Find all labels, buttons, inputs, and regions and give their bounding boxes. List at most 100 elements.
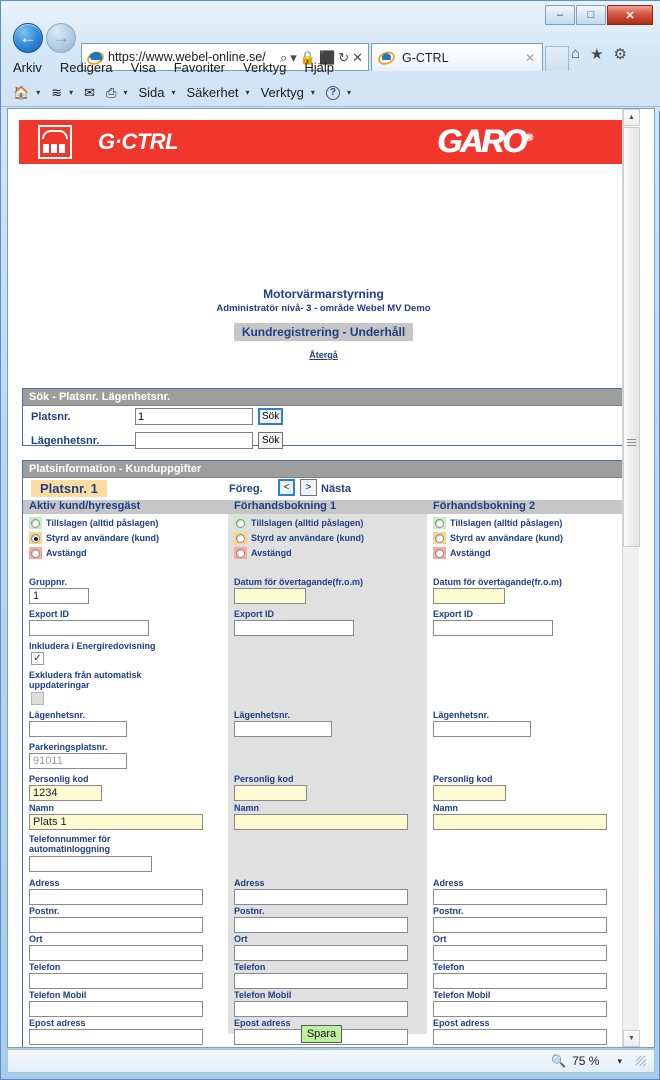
command-home-icon[interactable]: 🏠 (13, 85, 29, 101)
page-vertical-scrollbar[interactable]: ▲ ▼ (622, 109, 640, 1047)
input-export-id-c2[interactable] (234, 620, 354, 636)
input-personlig-kod-c2[interactable] (234, 785, 307, 801)
input-postnr-c2[interactable] (234, 917, 408, 933)
radio-label-tillslagen-c3: Tillslagen (alltid påslagen) (450, 518, 563, 528)
page-caret-icon[interactable]: ▾ (171, 88, 175, 97)
back-button[interactable]: ← (13, 23, 43, 53)
radio-row-tillslagen-c1[interactable]: Tillslagen (alltid påslagen) (23, 516, 228, 531)
help-caret-icon[interactable]: ▾ (347, 88, 351, 97)
input-postnr-c3[interactable] (433, 917, 607, 933)
menu-item-redigera[interactable]: Redigera (60, 60, 113, 75)
input-telefon-c3[interactable] (433, 973, 607, 989)
radio-tone-green-c2 (234, 517, 247, 529)
search-input-lagenhetsnr[interactable] (135, 432, 253, 449)
input-lagenhetsnr-c2[interactable] (234, 721, 332, 737)
command-mail-icon[interactable]: ✉ (84, 85, 95, 101)
input-namn-c3[interactable] (433, 814, 607, 830)
input-export-id-c3[interactable] (433, 620, 553, 636)
print-caret-icon[interactable]: ▾ (123, 88, 127, 97)
radio-row-tillslagen-c2[interactable]: Tillslagen (alltid påslagen) (228, 516, 427, 531)
radio-label-avstangd-c3: Avstängd (450, 548, 491, 558)
label-ort-c1: Ort (29, 934, 43, 944)
input-telefon-mobil-c1[interactable] (29, 1001, 203, 1017)
input-postnr-c1[interactable] (29, 917, 203, 933)
feeds-caret-icon[interactable]: ▾ (69, 88, 73, 97)
command-print-icon[interactable]: ⎙ (100, 85, 116, 101)
input-adress-c3[interactable] (433, 889, 607, 905)
tools-caret-icon[interactable]: ▾ (311, 88, 315, 97)
radio-row-styrd-c3[interactable]: Styrd av användare (kund) (427, 531, 624, 546)
search-row-lagenhetsnr: Lägenhetsnr. Sök (31, 432, 624, 454)
menu-item-favoriter[interactable]: Favoriter (174, 60, 225, 75)
input-telefon-c2[interactable] (234, 973, 408, 989)
home-caret-icon[interactable]: ▾ (36, 88, 40, 97)
search-panel-header: Sök - Platsnr. Lägenhetsnr. (23, 389, 624, 406)
input-adress-c2[interactable] (234, 889, 408, 905)
search-button-platsnr[interactable]: Sök (258, 408, 284, 425)
search-input-platsnr[interactable] (135, 408, 253, 425)
menu-item-arkiv[interactable]: Arkiv (13, 60, 42, 75)
input-parkeringsplatsnr[interactable] (29, 753, 127, 769)
input-ort-c1[interactable] (29, 945, 203, 961)
input-adress-c1[interactable] (29, 889, 203, 905)
radio-row-styrd-c2[interactable]: Styrd av användare (kund) (228, 531, 427, 546)
zoom-chevron-down-icon[interactable]: ▾ (605, 1056, 622, 1067)
input-telefon-c1[interactable] (29, 973, 203, 989)
input-ort-c2[interactable] (234, 945, 408, 961)
prev-record-button[interactable]: < (278, 479, 295, 496)
command-bar: 🏠 ▾ ≋ ▾ ✉ ⎙ ▾ Sida ▾ Säkerhet ▾ Verktyg … (1, 79, 660, 107)
radio-row-avstangd-c2[interactable]: Avstängd (228, 546, 427, 561)
input-telefon-mobil-c2[interactable] (234, 1001, 408, 1017)
plats-number-badge: Platsnr. 1 (31, 480, 107, 497)
command-tools-button[interactable]: Verktyg (261, 85, 304, 100)
column-header-forhandsbokning-2: Förhandsbokning 2 (433, 500, 536, 512)
scroll-down-arrow-icon[interactable]: ▼ (623, 1030, 640, 1047)
input-lagenhetsnr-c1[interactable] (29, 721, 127, 737)
input-datum-overtagande-c3[interactable] (433, 588, 505, 604)
command-page-button[interactable]: Sida (138, 85, 164, 100)
registered-trademark-icon: ® (525, 132, 533, 144)
input-lagenhetsnr-c3[interactable] (433, 721, 531, 737)
label-lagenhetsnr-c1: Lägenhetsnr. (29, 710, 86, 720)
gctrl-wordmark: G·CTRL (98, 129, 179, 154)
checkbox-inkludera-energiredovisning[interactable]: ✓ (31, 652, 44, 665)
scroll-up-arrow-icon[interactable]: ▲ (623, 109, 640, 126)
input-personlig-kod-c3[interactable] (433, 785, 506, 801)
input-telefon-mobil-c3[interactable] (433, 1001, 607, 1017)
radio-row-styrd-c1[interactable]: Styrd av användare (kund) (23, 531, 228, 546)
command-safety-button[interactable]: Säkerhet (187, 85, 239, 100)
forward-button[interactable]: → (46, 23, 76, 53)
menu-item-visa[interactable]: Visa (131, 60, 156, 75)
input-telefonnummer-automatinloggning[interactable] (29, 856, 152, 872)
radio-row-avstangd-c1[interactable]: Avstängd (23, 546, 228, 561)
help-icon[interactable]: ? (325, 85, 340, 100)
input-ort-c3[interactable] (433, 945, 607, 961)
input-namn-c1[interactable] (29, 814, 203, 830)
input-export-id-c1[interactable] (29, 620, 149, 636)
command-feeds-icon[interactable]: ≋ (51, 85, 62, 101)
radio-row-tillslagen-c3[interactable]: Tillslagen (alltid påslagen) (427, 516, 624, 531)
column-forhandsbokning-2: Tillslagen (alltid påslagen) Styrd av an… (427, 514, 624, 1045)
search-button-lagenhetsnr[interactable]: Sök (258, 432, 284, 449)
label-telefon-mobil-c1: Telefon Mobil (29, 990, 87, 1000)
input-gruppnr[interactable] (29, 588, 89, 604)
menu-item-hjalp[interactable]: Hjälp (304, 60, 334, 75)
window-resize-grip[interactable] (636, 1056, 646, 1066)
scrollbar-grip-icon (627, 439, 636, 446)
safety-caret-icon[interactable]: ▾ (246, 88, 250, 97)
label-exkludera-automatisk: Exkludera från automatisk uppdateringar (29, 670, 142, 690)
input-epost-c3[interactable] (433, 1029, 607, 1045)
next-record-button[interactable]: > (300, 479, 317, 496)
input-epost-c1[interactable] (29, 1029, 203, 1045)
label-epost-c3: Epost adress (433, 1018, 490, 1028)
input-namn-c2[interactable] (234, 814, 408, 830)
checkbox-exkludera-automatisk[interactable] (31, 692, 44, 705)
input-personlig-kod-c1[interactable] (29, 785, 102, 801)
save-button-main[interactable]: Spara (301, 1025, 342, 1043)
back-link-top[interactable]: Återgå (8, 350, 639, 360)
input-datum-overtagande-c2[interactable] (234, 588, 306, 604)
zoom-magnifier-icon[interactable]: 🔍 (551, 1054, 566, 1068)
menu-item-verktyg[interactable]: Verktyg (243, 60, 286, 75)
scrollbar-thumb[interactable] (623, 127, 640, 547)
radio-row-avstangd-c3[interactable]: Avstängd (427, 546, 624, 561)
